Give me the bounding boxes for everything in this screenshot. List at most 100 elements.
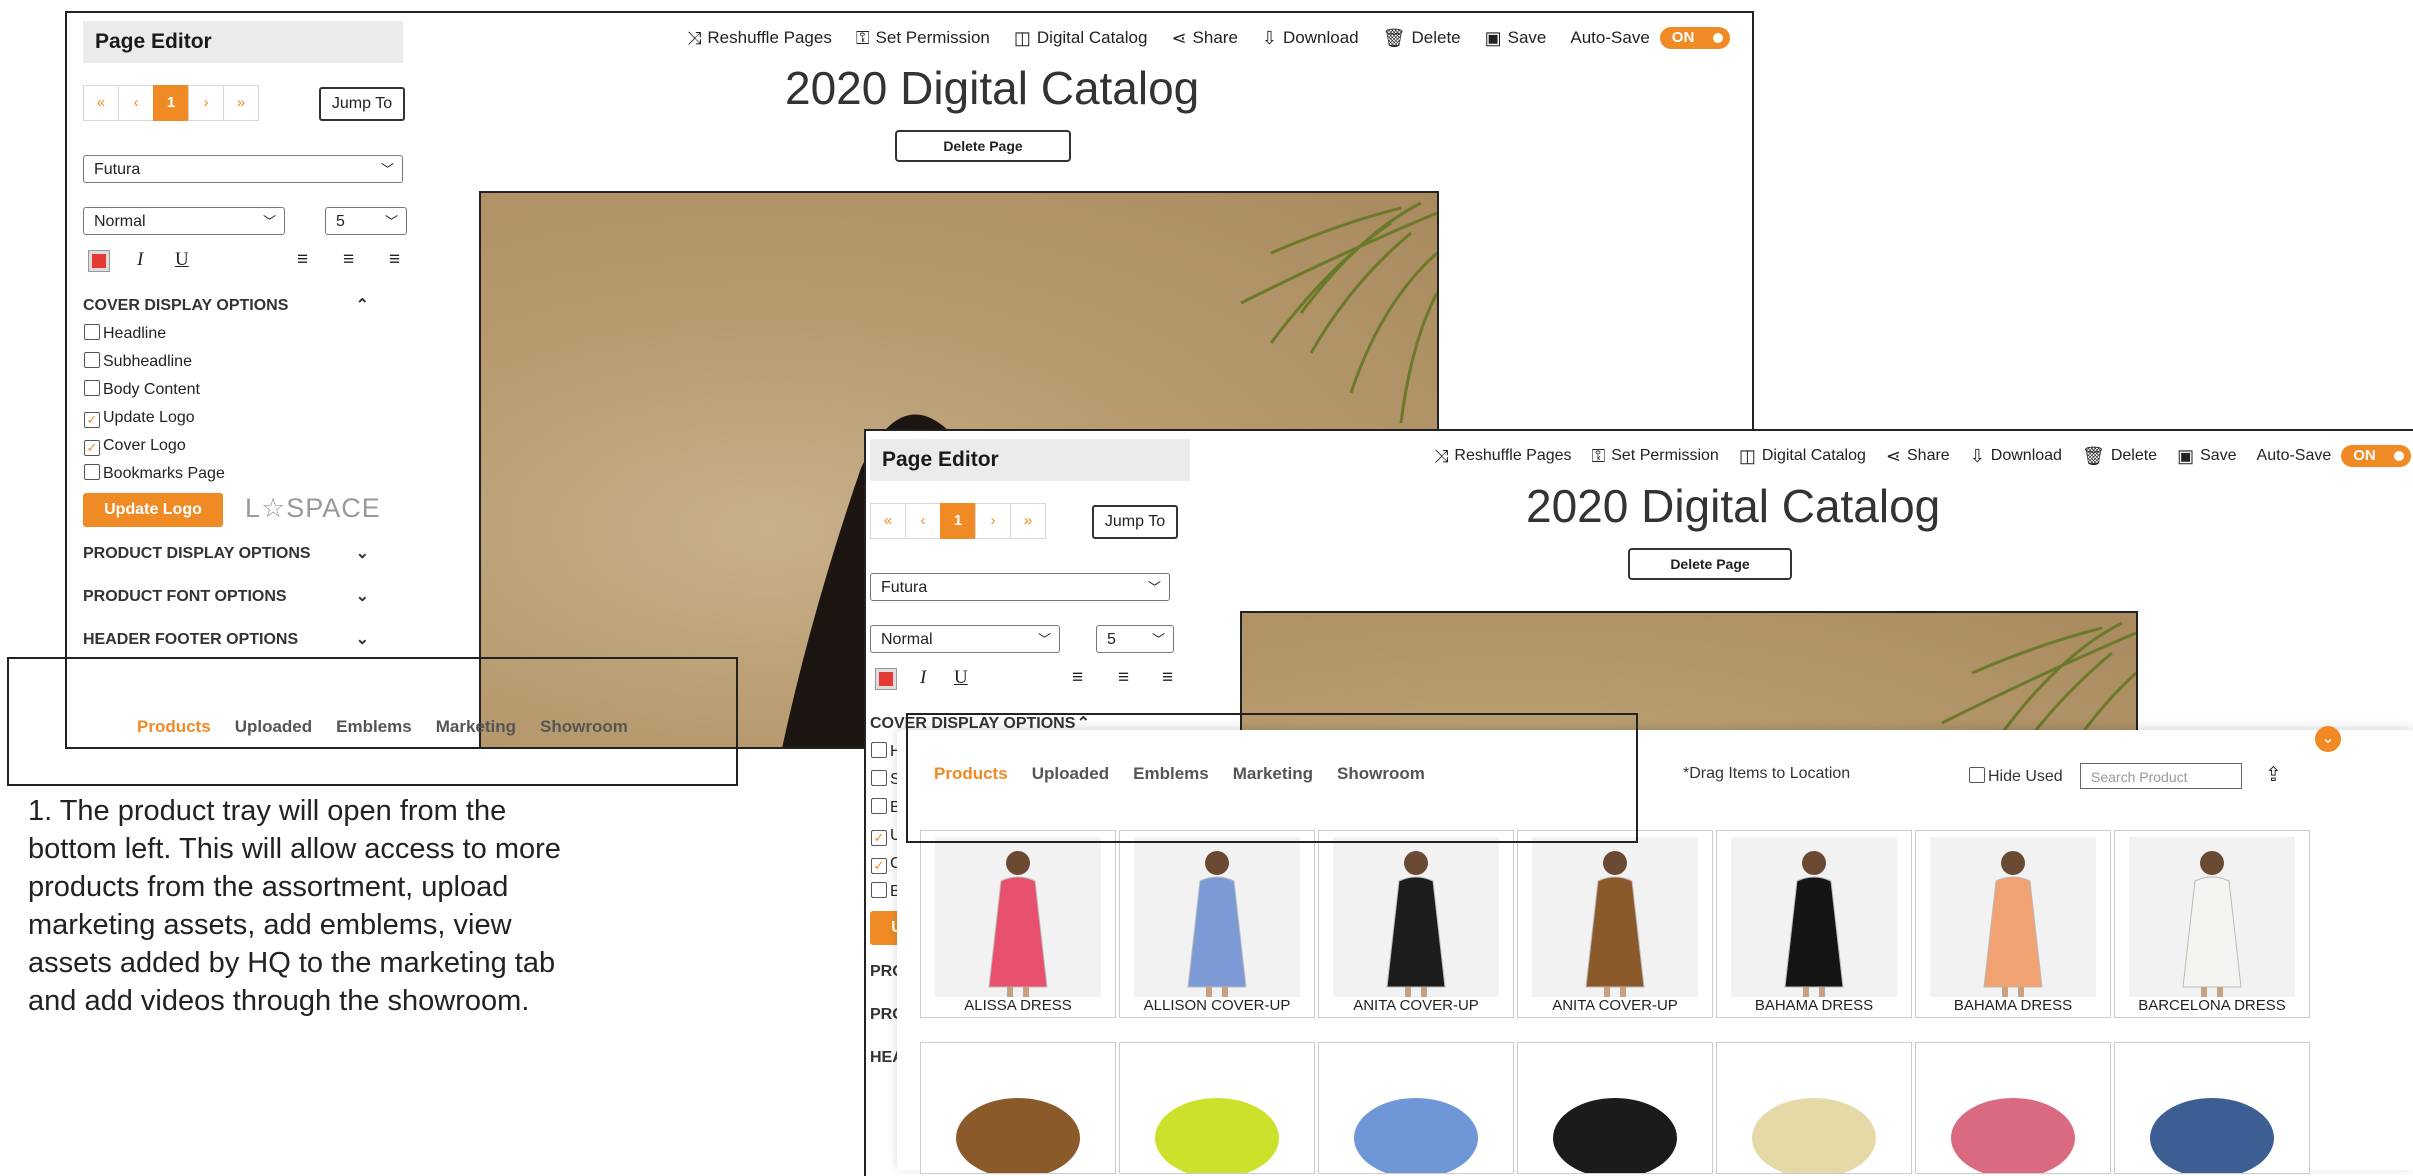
update-logo-button[interactable]: Update Logo (83, 493, 223, 527)
product-name: BARCELONA DRESS (2138, 997, 2286, 1014)
checkbox-checked-icon[interactable]: ✓ (84, 412, 100, 428)
page-first-button[interactable]: « (870, 503, 906, 539)
align-right-icon[interactable]: ≡ (389, 249, 400, 271)
product-card[interactable]: BAHAMA DRESS (1716, 830, 1912, 1018)
option-update-logo[interactable]: ✓Update Logo (84, 408, 195, 428)
option-bookmarks-page[interactable]: Bookmarks Page (84, 464, 225, 484)
color-swatch-icon[interactable] (88, 250, 110, 272)
reshuffle-pages-button[interactable]: ⤨ Reshuffle Pages (687, 28, 832, 49)
product-image (1731, 837, 1897, 997)
download-button[interactable]: ⇩ Download (1262, 28, 1359, 49)
cover-options-header[interactable]: COVER DISPLAY OPTIONS ⌃ (83, 297, 383, 315)
checkbox-icon[interactable] (1969, 767, 1985, 783)
page-first-button[interactable]: « (83, 85, 119, 121)
page-current-button[interactable]: 1 (153, 85, 189, 121)
autosave-toggle[interactable]: ON (1659, 27, 1730, 49)
set-permission-button[interactable]: ⚿ Set Permission (1592, 446, 1719, 467)
reshuffle-pages-button[interactable]: ⤨ Reshuffle Pages (1434, 446, 1572, 467)
underline-icon[interactable]: U (175, 249, 189, 271)
font-options-header[interactable]: PRODUCT FONT OPTIONS ⌄ (83, 588, 383, 606)
option-body-content[interactable]: Body Content (84, 380, 200, 400)
checkbox-icon[interactable] (871, 742, 887, 758)
product-card[interactable]: ANITA COVER-UP (1517, 830, 1713, 1018)
product-image (1532, 837, 1698, 997)
font-family-select[interactable]: Futura ﹀ (83, 155, 403, 183)
checkbox-icon[interactable] (84, 380, 100, 396)
checkbox-icon[interactable] (84, 352, 100, 368)
download-button[interactable]: ⇩ Download (1970, 446, 2062, 467)
toolbar-label: Reshuffle Pages (1454, 447, 1572, 464)
option-cover-logo[interactable]: ✓Cover Logo (84, 436, 186, 456)
delete-button[interactable]: 🗑 Delete (1383, 28, 1461, 49)
product-card[interactable] (1517, 1042, 1713, 1174)
share-button[interactable]: ⋖ Share (1886, 446, 1950, 467)
collapse-tray-icon[interactable]: ⌄ (2315, 726, 2341, 752)
font-size-select[interactable]: 5 ﹀ (325, 207, 407, 235)
font-style-select[interactable]: Normal ﹀ (870, 625, 1060, 653)
set-permission-button[interactable]: ⚿ Set Permission (856, 28, 990, 49)
delete-button[interactable]: 🗑 Delete (2082, 446, 2157, 467)
delete-page-button[interactable]: Delete Page (1628, 548, 1792, 580)
autosave-toggle[interactable]: ON (2341, 445, 2412, 467)
product-card[interactable]: ANITA COVER-UP (1318, 830, 1514, 1018)
page-last-button[interactable]: » (223, 85, 259, 121)
italic-icon[interactable]: I (137, 249, 143, 271)
checkbox-icon[interactable] (871, 770, 887, 786)
share-icon: ⋖ (1171, 27, 1187, 48)
page-current-button[interactable]: 1 (940, 503, 976, 539)
product-card[interactable]: ALISSA DRESS (920, 830, 1116, 1018)
checkbox-icon[interactable] (871, 882, 887, 898)
checkbox-checked-icon[interactable]: ✓ (84, 440, 100, 456)
product-card[interactable] (1318, 1042, 1514, 1174)
product-card[interactable] (2114, 1042, 2310, 1174)
checkbox-icon[interactable] (871, 798, 887, 814)
align-center-icon[interactable]: ≡ (343, 249, 354, 271)
page-prev-button[interactable]: ‹ (118, 85, 154, 121)
page-last-button[interactable]: » (1010, 503, 1046, 539)
save-button[interactable]: ▣ Save (1485, 28, 1547, 49)
color-swatch-icon[interactable] (875, 668, 897, 690)
font-style-select[interactable]: Normal ﹀ (83, 207, 285, 235)
digital-catalog-button[interactable]: ◫ Digital Catalog (1739, 446, 1866, 467)
product-card[interactable]: BAHAMA DRESS (1915, 830, 2111, 1018)
option-headline[interactable]: Headline (84, 324, 166, 344)
product-card[interactable] (1915, 1042, 2111, 1174)
option-subheadline[interactable]: Subheadline (84, 352, 192, 372)
align-right-icon[interactable]: ≡ (1162, 667, 1173, 689)
page-next-button[interactable]: › (188, 85, 224, 121)
checkbox-checked-icon[interactable]: ✓ (871, 858, 887, 874)
page-prev-button[interactable]: ‹ (905, 503, 941, 539)
underline-icon[interactable]: U (954, 667, 968, 689)
align-left-icon[interactable]: ≡ (1072, 667, 1083, 689)
product-image (1134, 837, 1300, 997)
align-left-icon[interactable]: ≡ (297, 249, 308, 271)
italic-icon[interactable]: I (920, 667, 926, 689)
product-card[interactable] (1716, 1042, 1912, 1174)
hide-used-toggle[interactable]: Hide Used (1969, 767, 2063, 786)
shuffle-icon: ⤨ (687, 27, 702, 48)
save-button[interactable]: ▣ Save (2177, 446, 2236, 467)
digital-catalog-button[interactable]: ◫ Digital Catalog (1014, 28, 1148, 49)
align-center-icon[interactable]: ≡ (1118, 667, 1129, 689)
delete-page-button[interactable]: Delete Page (895, 130, 1071, 162)
page-next-button[interactable]: › (975, 503, 1011, 539)
toolbar-label: Set Permission (1611, 447, 1719, 464)
font-size-select[interactable]: 5 ﹀ (1096, 625, 1174, 653)
product-card[interactable] (1119, 1042, 1315, 1174)
product-card[interactable] (920, 1042, 1116, 1174)
search-product-input[interactable]: Search Product (2080, 763, 2242, 789)
font-family-select[interactable]: Futura ﹀ (870, 573, 1170, 601)
share-button[interactable]: ⋖ Share (1171, 28, 1237, 49)
checkbox-checked-icon[interactable]: ✓ (871, 830, 887, 846)
jump-to-button[interactable]: Jump To (319, 87, 405, 121)
product-card[interactable]: ALLISON COVER-UP (1119, 830, 1315, 1018)
product-options-header[interactable]: PRODUCT DISPLAY OPTIONS ⌄ (83, 545, 383, 563)
pagination: « ‹ 1 › » (83, 85, 259, 121)
product-card[interactable]: BARCELONA DRESS (2114, 830, 2310, 1018)
editor-sidebar: Page Editor « ‹ 1 › » Jump To Futura ﹀ No… (83, 21, 407, 747)
checkbox-icon[interactable] (84, 324, 100, 340)
checkbox-icon[interactable] (84, 464, 100, 480)
jump-to-button[interactable]: Jump To (1092, 505, 1178, 539)
header-footer-options-header[interactable]: HEADER FOOTER OPTIONS ⌄ (83, 631, 383, 649)
upload-file-icon[interactable]: ⇪ (2265, 762, 2282, 787)
